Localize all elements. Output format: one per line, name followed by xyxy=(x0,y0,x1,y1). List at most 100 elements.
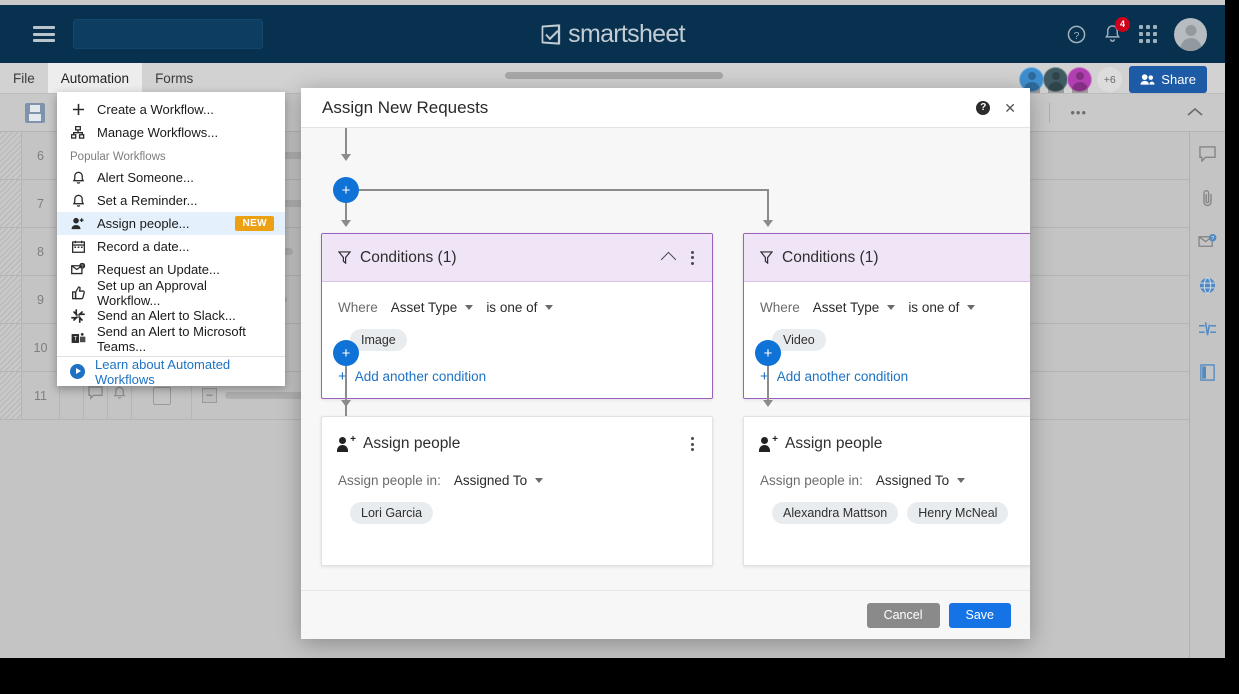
menu-item-label: Alert Someone... xyxy=(97,170,194,185)
action-title: Assign people xyxy=(363,435,460,453)
condition-operator-dropdown[interactable]: is one of xyxy=(486,300,553,315)
add-step-button[interactable]: + xyxy=(333,177,359,203)
action-card: + Assign people Assign people in: Assign… xyxy=(321,416,713,566)
menu-item-set-up-an-approval-workflow[interactable]: Set up an Approval Workflow... xyxy=(57,281,285,304)
comment-icon[interactable] xyxy=(88,386,103,405)
condition-title: Conditions (1) xyxy=(782,249,879,267)
bell-icon[interactable]: 4 xyxy=(1103,24,1122,44)
user-avatar[interactable] xyxy=(1174,18,1207,51)
menu-item-send-an-alert-to-microsoft-teams[interactable]: TSend an Alert to Microsoft Teams... xyxy=(57,327,285,350)
svg-text:?: ? xyxy=(1211,236,1214,242)
update-request-icon[interactable]: ? xyxy=(1198,234,1217,255)
row-drag-handle[interactable] xyxy=(0,132,22,179)
action-card-header: + Assign people xyxy=(744,417,1030,453)
assign-column-value: Assigned To xyxy=(454,473,527,488)
menu-item-file[interactable]: File xyxy=(0,63,48,93)
collapse-card-icon[interactable] xyxy=(661,252,677,268)
person-chip[interactable]: Alexandra Mattson xyxy=(772,502,898,524)
save-icon[interactable] xyxy=(25,103,45,123)
row-drag-handle[interactable] xyxy=(0,324,22,371)
activity-log-icon[interactable] xyxy=(1198,321,1217,342)
expand-toggle-icon[interactable]: – xyxy=(202,388,217,403)
assign-column-dropdown[interactable]: Assigned To xyxy=(876,473,965,488)
condition-field-dropdown[interactable]: Asset Type xyxy=(391,300,474,315)
filter-icon xyxy=(338,251,351,264)
save-button[interactable]: Save xyxy=(949,603,1012,628)
collaborator-avatar[interactable] xyxy=(1043,67,1068,92)
condition-operator-dropdown[interactable]: is one of xyxy=(908,300,975,315)
svg-text:?: ? xyxy=(1074,30,1080,41)
add-another-condition-link[interactable]: + Add another condition xyxy=(338,369,696,384)
add-step-button[interactable]: + xyxy=(755,340,781,366)
help-icon[interactable]: ? xyxy=(976,101,990,115)
menu-item-alert-someone[interactable]: Alert Someone... xyxy=(57,166,285,189)
collapse-toolbar-icon[interactable] xyxy=(1187,104,1203,121)
attachment-icon[interactable] xyxy=(1200,189,1216,212)
action-card: + Assign people Assign people in: Assign… xyxy=(743,416,1030,566)
side-panel-icon[interactable] xyxy=(1199,364,1216,386)
menu-item-forms[interactable]: Forms xyxy=(142,63,206,93)
connector-line xyxy=(767,366,769,402)
people-icon xyxy=(1140,73,1155,86)
menu-item-automation[interactable]: Automation xyxy=(48,63,142,93)
collaborator-overflow-count[interactable]: +6 xyxy=(1097,67,1122,92)
more-options-button[interactable]: ••• xyxy=(1070,105,1087,120)
row-number: 9 xyxy=(22,276,60,323)
top-navigation-bar: smartsheet ? 4 xyxy=(0,5,1225,63)
collaborator-avatar[interactable] xyxy=(1067,67,1092,92)
smartsheet-app: smartsheet ? 4 File Automation Forms +6 … xyxy=(0,0,1225,658)
right-side-panel: ? xyxy=(1189,132,1225,658)
connector-arrow xyxy=(763,400,773,407)
condition-card-body: Where Asset Type is one of Image xyxy=(322,282,712,398)
person-chip[interactable]: Henry McNeal xyxy=(907,502,1008,524)
learn-about-workflows-link[interactable]: Learn about Automated Workflows xyxy=(57,356,285,386)
slack-icon xyxy=(70,309,86,323)
add-another-condition-link[interactable]: + Add another condition xyxy=(760,369,1030,384)
cell-text-redacted xyxy=(225,392,313,399)
condition-field-value: Asset Type xyxy=(391,300,458,315)
condition-card-header: Conditions (1) xyxy=(322,234,712,282)
horizontal-scrollbar[interactable] xyxy=(505,72,723,79)
row-number: 11 xyxy=(22,372,60,419)
menu-item-create-a-workflow[interactable]: Create a Workflow... xyxy=(57,98,285,121)
dropdown-section-label: Popular Workflows xyxy=(57,144,285,166)
row-checkbox[interactable] xyxy=(153,387,171,405)
action-card-body: Assign people in: Assigned To Alexandra … xyxy=(744,453,1030,540)
menu-item-label: Set up an Approval Workflow... xyxy=(97,278,272,308)
hamburger-menu-icon[interactable] xyxy=(33,26,55,42)
row-drag-handle[interactable] xyxy=(0,372,22,419)
dialog-title: Assign New Requests xyxy=(322,98,488,118)
close-icon[interactable]: ✕ xyxy=(1004,101,1016,115)
chevron-down-icon xyxy=(887,305,895,310)
row-drag-handle[interactable] xyxy=(0,276,22,323)
menu-item-set-a-reminder[interactable]: Set a Reminder... xyxy=(57,189,285,212)
where-label: Where xyxy=(760,300,800,315)
bell-icon[interactable] xyxy=(113,386,126,405)
person-chip[interactable]: Lori Garcia xyxy=(350,502,433,524)
card-menu-icon[interactable] xyxy=(689,249,696,267)
search-input[interactable] xyxy=(74,20,262,48)
menu-item-assign-people[interactable]: Assign people...NEW xyxy=(57,212,285,235)
condition-field-dropdown[interactable]: Asset Type xyxy=(813,300,896,315)
menu-item-manage-workflows[interactable]: Manage Workflows... xyxy=(57,121,285,144)
publish-globe-icon[interactable] xyxy=(1199,277,1216,299)
cancel-button[interactable]: Cancel xyxy=(867,603,940,628)
new-badge: NEW xyxy=(235,216,274,231)
row-drag-handle[interactable] xyxy=(0,180,22,227)
condition-card-header: Conditions (1) xyxy=(744,234,1030,282)
brand-name: smartsheet xyxy=(568,20,685,49)
condition-card-body: Where Asset Type is one of Video xyxy=(744,282,1030,398)
condition-value-chip[interactable]: Image xyxy=(350,329,407,351)
global-search-box[interactable] xyxy=(73,19,263,49)
add-step-button[interactable]: + xyxy=(333,340,359,366)
comment-icon[interactable] xyxy=(1199,146,1216,167)
bell-icon xyxy=(70,194,86,208)
menu-item-record-a-date[interactable]: Record a date... xyxy=(57,235,285,258)
help-icon[interactable]: ? xyxy=(1067,25,1086,44)
row-drag-handle[interactable] xyxy=(0,228,22,275)
card-menu-icon[interactable] xyxy=(689,435,696,453)
assign-column-dropdown[interactable]: Assigned To xyxy=(454,473,543,488)
assign-field-label: Assign people in: xyxy=(338,473,441,488)
share-button[interactable]: Share xyxy=(1129,66,1207,93)
app-grid-icon[interactable] xyxy=(1139,25,1157,43)
